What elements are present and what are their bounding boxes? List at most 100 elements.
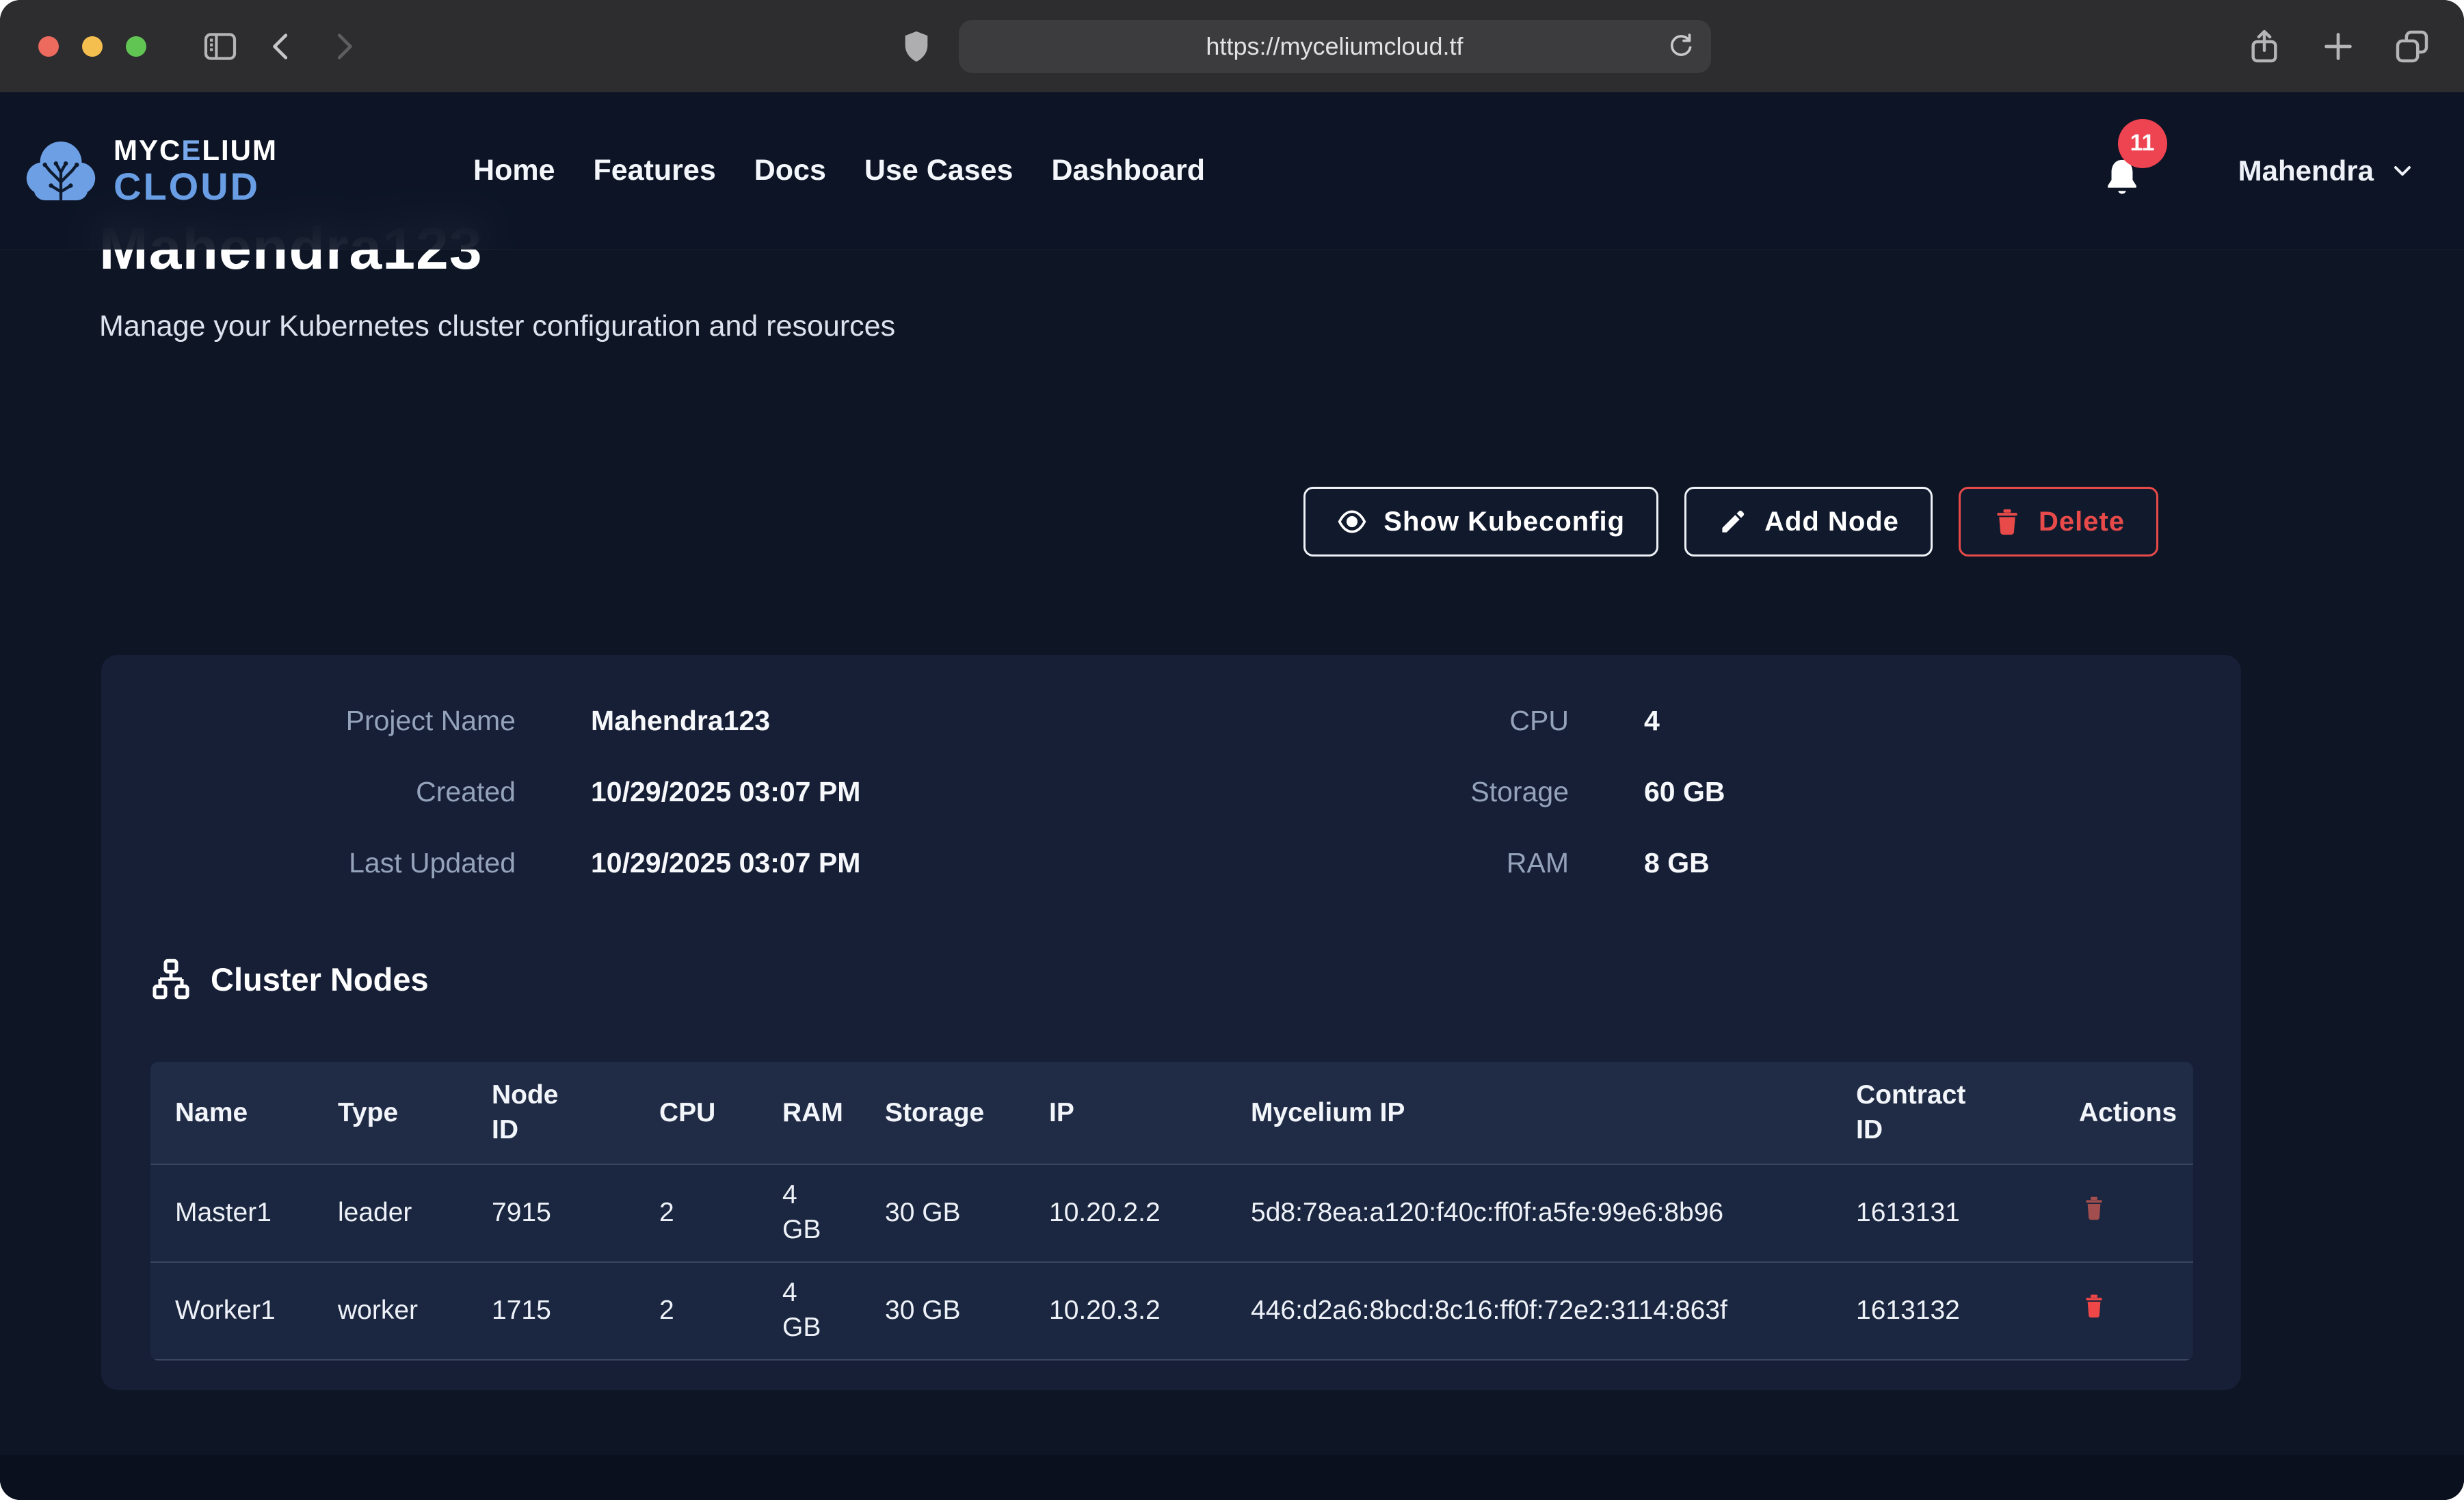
header-ram: RAM	[766, 1062, 869, 1164]
add-node-label: Add Node	[1764, 507, 1899, 537]
browser-window: https://myceliumcloud.tf Mahendra123 Man…	[0, 0, 2464, 1500]
header-contract-id: Contract ID	[1840, 1062, 2038, 1164]
pencil-icon	[1718, 507, 1748, 537]
nav-link-features[interactable]: Features	[593, 154, 715, 187]
mycelium-cloud-logo[interactable]: MYCELIUM CLOUD	[21, 135, 278, 206]
created-value: 10/29/2025 03:07 PM	[591, 776, 1111, 808]
cell-type: worker	[321, 1262, 475, 1360]
cell-storage: 30 GB	[869, 1262, 1033, 1360]
delete-cluster-button[interactable]: Delete	[1959, 487, 2158, 557]
zoom-window-button[interactable]	[126, 36, 146, 57]
table-row-master1: Master1 leader 7915 2 4 GB 30 GB 10.20.2…	[150, 1164, 2193, 1262]
cluster-actions: Show Kubeconfig Add Node Delete	[1303, 487, 2158, 557]
eye-icon	[1337, 507, 1367, 537]
logo-line2: CLOUD	[114, 168, 278, 206]
minimize-window-button[interactable]	[82, 36, 103, 57]
cell-actions	[2038, 1262, 2193, 1360]
project-info: Project Name Mahendra123 CPU 4 Created 1…	[101, 655, 2241, 898]
nav-link-use-cases[interactable]: Use Cases	[864, 154, 1014, 187]
cloud-logo-icon	[21, 135, 101, 206]
delete-node-button[interactable]	[2079, 1193, 2109, 1226]
table-row-worker1: Worker1 worker 1715 2 4 GB 30 GB 10.20.3…	[150, 1262, 2193, 1360]
last-updated-label: Last Updated	[133, 847, 516, 879]
header-actions: Actions	[2038, 1062, 2193, 1164]
cpu-label: CPU	[1186, 705, 1569, 737]
cell-contract-id: 1613132	[1840, 1262, 2038, 1360]
cluster-nodes-title: Cluster Nodes	[211, 961, 429, 998]
nav-links: Home Features Docs Use Cases Dashboard	[473, 154, 1205, 187]
cell-cpu: 2	[643, 1262, 766, 1360]
nav-link-dashboard[interactable]: Dashboard	[1051, 154, 1205, 187]
privacy-shield-icon	[897, 27, 936, 66]
delete-label: Delete	[2039, 507, 2125, 537]
share-button[interactable]	[2245, 27, 2283, 66]
page-subtitle: Manage your Kubernetes cluster configura…	[99, 310, 895, 343]
cpu-value: 4	[1644, 705, 2241, 737]
header-type: Type	[321, 1062, 475, 1164]
cell-name: Master1	[150, 1164, 321, 1262]
url-field[interactable]: https://myceliumcloud.tf	[959, 20, 1711, 73]
forward-button[interactable]	[324, 27, 362, 66]
header-ip: IP	[1033, 1062, 1234, 1164]
new-tab-button[interactable]	[2319, 27, 2357, 66]
refresh-button[interactable]	[1666, 31, 1696, 62]
notification-badge: 11	[2118, 119, 2167, 168]
user-name: Mahendra	[2238, 155, 2374, 187]
header-name: Name	[150, 1062, 321, 1164]
close-window-button[interactable]	[38, 36, 59, 57]
logo-line1: MYCELIUM	[114, 136, 278, 165]
header-node-id: Node ID	[475, 1062, 643, 1164]
user-menu[interactable]: Mahendra	[2238, 155, 2416, 187]
footer-strip	[0, 1455, 2464, 1500]
cluster-nodes-table: Name Type Node ID CPU RAM Storage IP Myc…	[150, 1062, 2193, 1361]
cell-ram: 4 GB	[766, 1262, 869, 1360]
sidebar-toggle-icon[interactable]	[201, 27, 239, 66]
cell-ip: 10.20.2.2	[1033, 1164, 1234, 1262]
trash-icon	[2080, 1291, 2108, 1321]
header-storage: Storage	[869, 1062, 1033, 1164]
cluster-nodes-header: Cluster Nodes	[149, 957, 429, 1001]
show-kubeconfig-button[interactable]: Show Kubeconfig	[1303, 487, 1658, 557]
ram-label: RAM	[1186, 847, 1569, 879]
nav-link-home[interactable]: Home	[473, 154, 555, 187]
cell-mycelium-ip: 5d8:78ea:a120:f40c:ff0f:a5fe:99e6:8b96	[1234, 1164, 1840, 1262]
page: Mahendra123 Manage your Kubernetes clust…	[0, 92, 2464, 1500]
add-node-button[interactable]: Add Node	[1684, 487, 1933, 557]
cell-mycelium-ip: 446:d2a6:8bcd:8c16:ff0f:72e2:3114:863f	[1234, 1262, 1840, 1360]
logo-text: MYCELIUM CLOUD	[114, 136, 278, 206]
cell-ip: 10.20.3.2	[1033, 1262, 1234, 1360]
cell-type: leader	[321, 1164, 475, 1262]
cluster-nodes-icon	[149, 957, 193, 1001]
chrome-right-buttons	[2245, 27, 2431, 66]
project-name-label: Project Name	[133, 705, 516, 737]
trash-icon	[2080, 1193, 2108, 1223]
project-name-value: Mahendra123	[591, 705, 1111, 737]
browser-chrome: https://myceliumcloud.tf	[0, 0, 2464, 92]
delete-node-button[interactable]	[2079, 1291, 2109, 1324]
cell-node-id: 1715	[475, 1262, 643, 1360]
nav-right: 11 Mahendra	[2100, 146, 2416, 196]
back-button[interactable]	[263, 27, 301, 66]
chevron-down-icon	[2389, 157, 2416, 185]
project-card: Project Name Mahendra123 CPU 4 Created 1…	[101, 655, 2241, 1390]
header-mycelium-ip: Mycelium IP	[1234, 1062, 1840, 1164]
cell-cpu: 2	[643, 1164, 766, 1262]
nav-link-docs[interactable]: Docs	[754, 154, 826, 187]
notification-bell-button[interactable]: 11	[2100, 146, 2149, 196]
logo-stylized-e: E	[181, 134, 202, 166]
show-kubeconfig-label: Show Kubeconfig	[1383, 507, 1625, 537]
cell-ram: 4 GB	[766, 1164, 869, 1262]
header-cpu: CPU	[643, 1062, 766, 1164]
ram-value: 8 GB	[1644, 847, 2241, 879]
url-text: https://myceliumcloud.tf	[1206, 32, 1463, 61]
cell-contract-id: 1613131	[1840, 1164, 2038, 1262]
storage-value: 60 GB	[1644, 776, 2241, 808]
last-updated-value: 10/29/2025 03:07 PM	[591, 847, 1111, 879]
cell-actions	[2038, 1164, 2193, 1262]
window-controls	[38, 27, 362, 66]
tab-overview-button[interactable]	[2393, 27, 2431, 66]
storage-label: Storage	[1186, 776, 1569, 808]
cell-name: Worker1	[150, 1262, 321, 1360]
site-navbar: MYCELIUM CLOUD Home Features Docs Use Ca…	[0, 92, 2464, 250]
table-header-row: Name Type Node ID CPU RAM Storage IP Myc…	[150, 1062, 2193, 1164]
